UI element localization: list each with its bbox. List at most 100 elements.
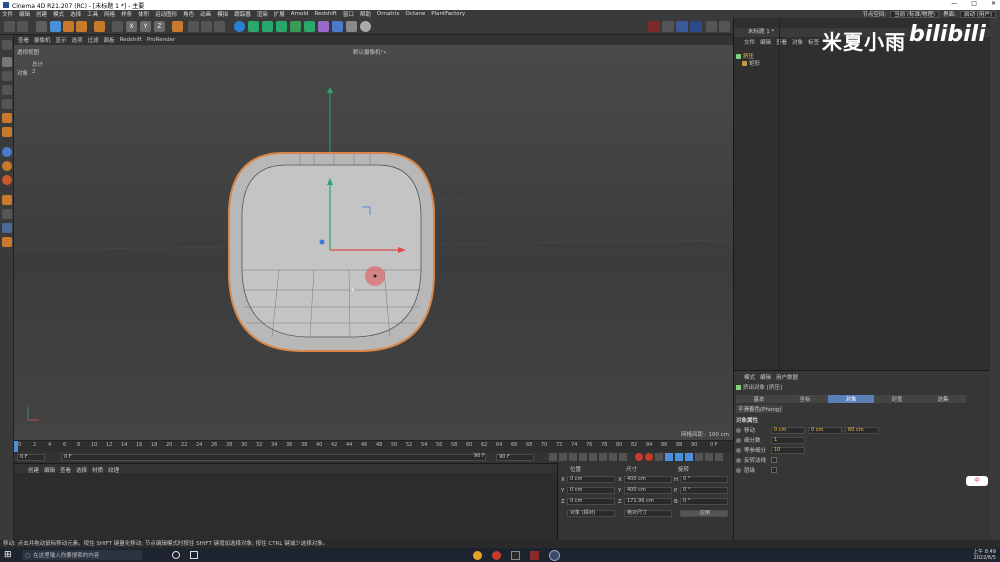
pen-spline-icon[interactable] [248, 21, 259, 32]
anim-dot-icon[interactable] [736, 447, 741, 453]
recent-tool-icon[interactable] [94, 21, 105, 32]
windows-start-icon[interactable]: ⊞ [4, 550, 14, 560]
menu-window[interactable]: 窗口 [343, 10, 354, 18]
mat-menu-view[interactable]: 查看 [60, 466, 71, 474]
undo-icon[interactable] [4, 21, 15, 32]
obj-menu-view[interactable]: 查看 [776, 39, 787, 48]
minimize-icon[interactable]: — [951, 0, 957, 7]
material-manager[interactable]: 创建 编辑 查看 选择 材质 纹理 [14, 463, 557, 540]
timeline-menu-icon[interactable] [715, 453, 723, 461]
move-tool-icon[interactable] [50, 21, 61, 32]
render-view-icon[interactable] [188, 21, 199, 32]
menu-create[interactable]: 创建 [36, 10, 47, 18]
loop-icon[interactable] [619, 453, 627, 461]
close-icon[interactable]: ✕ [991, 0, 996, 7]
menu-simulate[interactable]: 模拟 [217, 10, 228, 18]
app-icon-dark[interactable] [511, 550, 520, 560]
menu-extensions[interactable]: 扩展 [274, 10, 285, 18]
right-side-tabs[interactable] [990, 18, 1000, 540]
key-rotation-icon[interactable] [685, 453, 693, 461]
key-param-icon[interactable] [695, 453, 703, 461]
deformer-icon[interactable] [318, 21, 329, 32]
octane-settings-icon[interactable] [676, 21, 688, 32]
rotate-tool-icon[interactable] [76, 21, 87, 32]
rot-p-field[interactable]: 0 ° [680, 487, 728, 494]
z-axis-lock-button[interactable]: Z [154, 21, 165, 32]
mat-menu-select[interactable]: 选择 [76, 466, 87, 474]
polygons-mode-icon[interactable] [2, 127, 12, 137]
next-key-icon[interactable] [599, 453, 607, 461]
locked-workplane-icon[interactable] [2, 237, 12, 247]
menu-file[interactable]: 文件 [2, 10, 13, 18]
panel-toggle-icon[interactable] [719, 21, 730, 32]
move-y-field[interactable]: 0 cm [808, 426, 842, 434]
render-settings-icon[interactable] [214, 21, 225, 32]
key-position-icon[interactable] [665, 453, 673, 461]
world-coords-icon[interactable] [172, 21, 183, 32]
vp-menu-view[interactable]: 查看 [18, 36, 29, 44]
menu-animate[interactable]: 动画 [200, 10, 211, 18]
task-view-icon[interactable] [172, 551, 180, 559]
apply-button[interactable]: 应用 [680, 510, 728, 517]
obj-menu-edit[interactable]: 编辑 [760, 39, 771, 48]
vp-menu-filter[interactable]: 过滤 [88, 36, 99, 44]
live-select-icon[interactable] [36, 21, 47, 32]
go-to-end-icon[interactable] [609, 453, 617, 461]
mat-menu-material[interactable]: 材质 [92, 466, 103, 474]
camera-icon[interactable] [346, 21, 357, 32]
make-editable-icon[interactable] [2, 40, 12, 50]
anim-dot-icon[interactable] [736, 467, 741, 473]
workplane-icon[interactable] [2, 85, 12, 95]
menu-plantfactory[interactable]: PlantFactory [431, 11, 465, 17]
snap-icon[interactable] [2, 147, 12, 157]
model-mode-icon[interactable] [2, 57, 12, 67]
vp-menu-panel[interactable]: 面板 [104, 36, 115, 44]
next-frame-icon[interactable] [589, 453, 597, 461]
tab-selections[interactable]: 选集 [920, 395, 966, 403]
key-pla-icon[interactable] [705, 453, 713, 461]
taskbar-search[interactable]: ○ 在这里输入你要搜索的内容 [22, 550, 142, 560]
vp-menu-redshift[interactable]: Redshift [120, 37, 142, 43]
object-row-rectangle[interactable]: 矩形 [742, 59, 782, 67]
size-y-field[interactable]: 400 cm [624, 487, 672, 494]
widgets-icon[interactable] [190, 551, 198, 559]
menu-render[interactable]: 渲染 [257, 10, 268, 18]
start-frame-field[interactable]: 0 F [61, 454, 486, 461]
size-mode-select[interactable]: 绝对尺寸 [624, 510, 672, 517]
hierarchical-checkbox[interactable] [771, 467, 777, 473]
menu-help[interactable]: 帮助 [360, 10, 371, 18]
menu-octane[interactable]: Octane [405, 11, 425, 17]
cube-object-icon[interactable] [234, 21, 245, 32]
edges-mode-icon[interactable] [2, 113, 12, 123]
coord-mode-select[interactable]: 对象 (相对) [567, 510, 615, 517]
anim-dot-icon[interactable] [736, 457, 741, 463]
tweak-icon[interactable] [2, 195, 12, 205]
size-z-field[interactable]: 171.96 cm [624, 498, 672, 505]
vp-menu-options[interactable]: 选项 [72, 36, 83, 44]
go-to-start-icon[interactable] [549, 453, 557, 461]
play-icon[interactable] [579, 453, 587, 461]
move-z-field[interactable]: 60 cm [845, 426, 879, 434]
tab-basic[interactable]: 基本 [736, 395, 782, 403]
prev-frame-icon[interactable] [569, 453, 577, 461]
3d-viewport[interactable]: 透视视图 默认摄像机°• 总计 对象 2 + 网格间距: 100 cm [14, 45, 733, 440]
octane-live-icon[interactable] [662, 21, 674, 32]
record-icon[interactable] [635, 453, 643, 461]
clock[interactable]: 上午 8:49 2022/6/5 [973, 549, 996, 561]
move-x-field[interactable]: 0 cm [771, 426, 805, 434]
obj-menu-file[interactable]: 文件 [744, 39, 755, 48]
points-mode-icon[interactable] [2, 99, 12, 109]
size-x-field[interactable]: 400 cm [624, 476, 672, 483]
workplane-lock-icon[interactable] [2, 209, 12, 219]
rot-b-field[interactable]: 0 ° [680, 498, 728, 505]
menu-mode[interactable]: 模式 [53, 10, 64, 18]
current-frame-field[interactable]: 0 F [17, 454, 45, 461]
rot-h-field[interactable]: 0 ° [680, 476, 728, 483]
vp-menu-cameras[interactable]: 摄像机 [34, 36, 51, 44]
menu-volume[interactable]: 体积 [138, 10, 149, 18]
solo-icon[interactable] [2, 161, 12, 171]
menu-arnold[interactable]: Arnold [291, 11, 309, 17]
menu-spline[interactable]: 样条 [121, 10, 132, 18]
recorder-icon[interactable] [492, 550, 501, 560]
scale-tool-icon[interactable] [63, 21, 74, 32]
